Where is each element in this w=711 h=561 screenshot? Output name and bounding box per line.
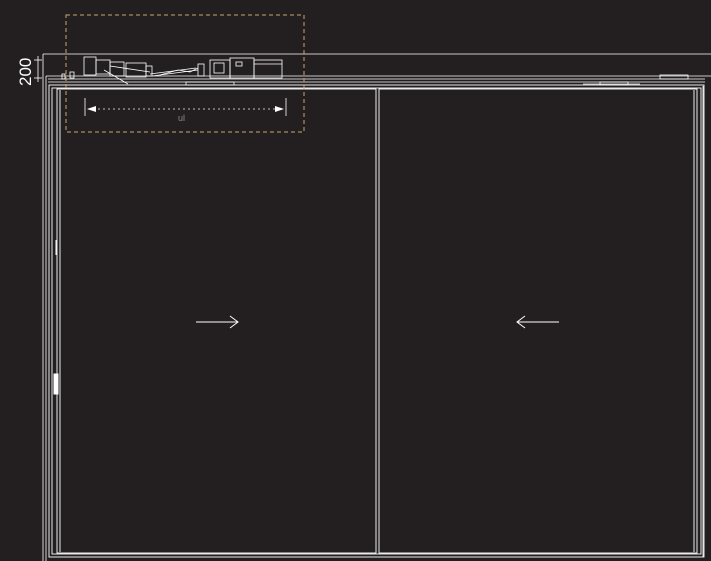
drawing-canvas: 200 ul xyxy=(0,0,711,561)
height-dimension-label: 200 xyxy=(16,58,35,86)
left-arrow-icon xyxy=(516,315,559,329)
detail-dimension-label: ul xyxy=(178,113,185,123)
left-door-panel xyxy=(56,88,377,554)
detail-dimension-line xyxy=(84,98,287,116)
sliding-mechanism-detail xyxy=(61,56,283,85)
door-frame xyxy=(48,84,705,558)
right-arrow-icon xyxy=(196,315,239,329)
right-door-panel xyxy=(378,88,698,554)
door-elevation-drawing: 200 ul xyxy=(16,14,711,561)
track-rail xyxy=(48,74,705,86)
outer-frame xyxy=(42,53,711,561)
height-dimension-ticks xyxy=(34,56,42,82)
